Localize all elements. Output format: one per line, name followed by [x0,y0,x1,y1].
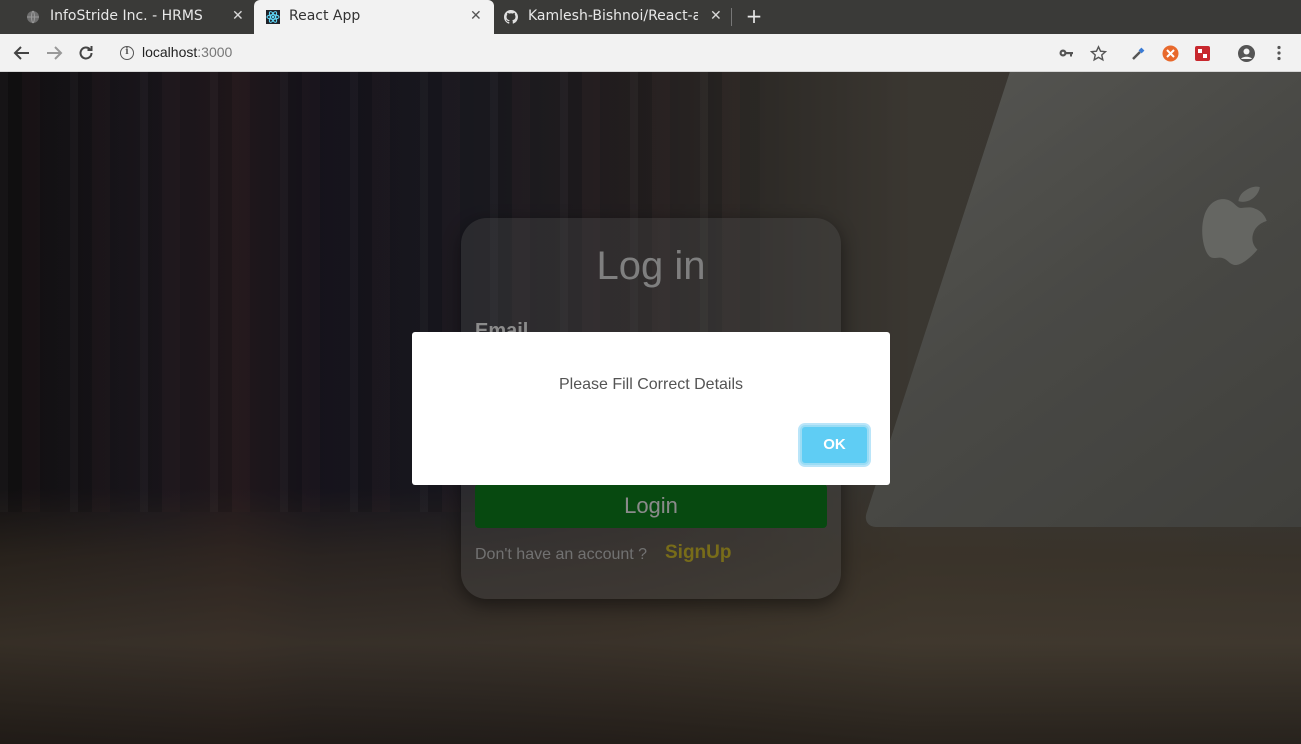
alert-dialog: Please Fill Correct Details OK [412,332,890,485]
ok-button[interactable]: OK [800,425,869,465]
key-icon[interactable] [1056,43,1076,63]
tab-title: InfoStride Inc. - HRMS [50,8,203,24]
browser-toolbar: i localhost:3000 [0,34,1301,72]
info-icon[interactable]: i [120,46,134,60]
account-icon[interactable] [1236,43,1256,63]
tab-react-app[interactable]: React App ✕ [254,0,494,34]
new-tab-button[interactable]: + [744,5,764,27]
globe-icon [27,10,39,24]
extension-orange-icon[interactable] [1160,43,1180,63]
tab-strip: InfoStride Inc. - HRMS ✕ React App ✕ Kam… [0,0,1301,34]
url-text: localhost:3000 [142,44,232,60]
tab-title: React App [289,8,361,24]
react-icon [266,10,280,24]
tab-title: Kamlesh-Bishnoi/React-ap [528,8,698,24]
eyedropper-icon[interactable] [1128,43,1148,63]
tab-infostride[interactable]: InfoStride Inc. - HRMS ✕ [0,0,254,34]
back-icon[interactable] [12,43,32,63]
tab-separator [731,8,732,26]
alert-message: Please Fill Correct Details [558,376,744,393]
forward-icon[interactable] [44,43,64,63]
reload-icon[interactable] [76,43,96,63]
menu-icon[interactable] [1269,43,1289,63]
url-host: localhost [142,44,198,60]
github-icon [504,10,518,24]
star-icon[interactable] [1088,43,1108,63]
url-port: :3000 [197,44,233,60]
extension-red-icon[interactable] [1192,43,1212,63]
close-icon[interactable]: ✕ [710,8,722,24]
close-icon[interactable]: ✕ [470,8,482,24]
close-icon[interactable]: ✕ [232,8,244,24]
address-bar[interactable]: i localhost:3000 [112,39,1072,67]
tab-github[interactable]: Kamlesh-Bishnoi/React-ap ✕ [494,0,730,34]
